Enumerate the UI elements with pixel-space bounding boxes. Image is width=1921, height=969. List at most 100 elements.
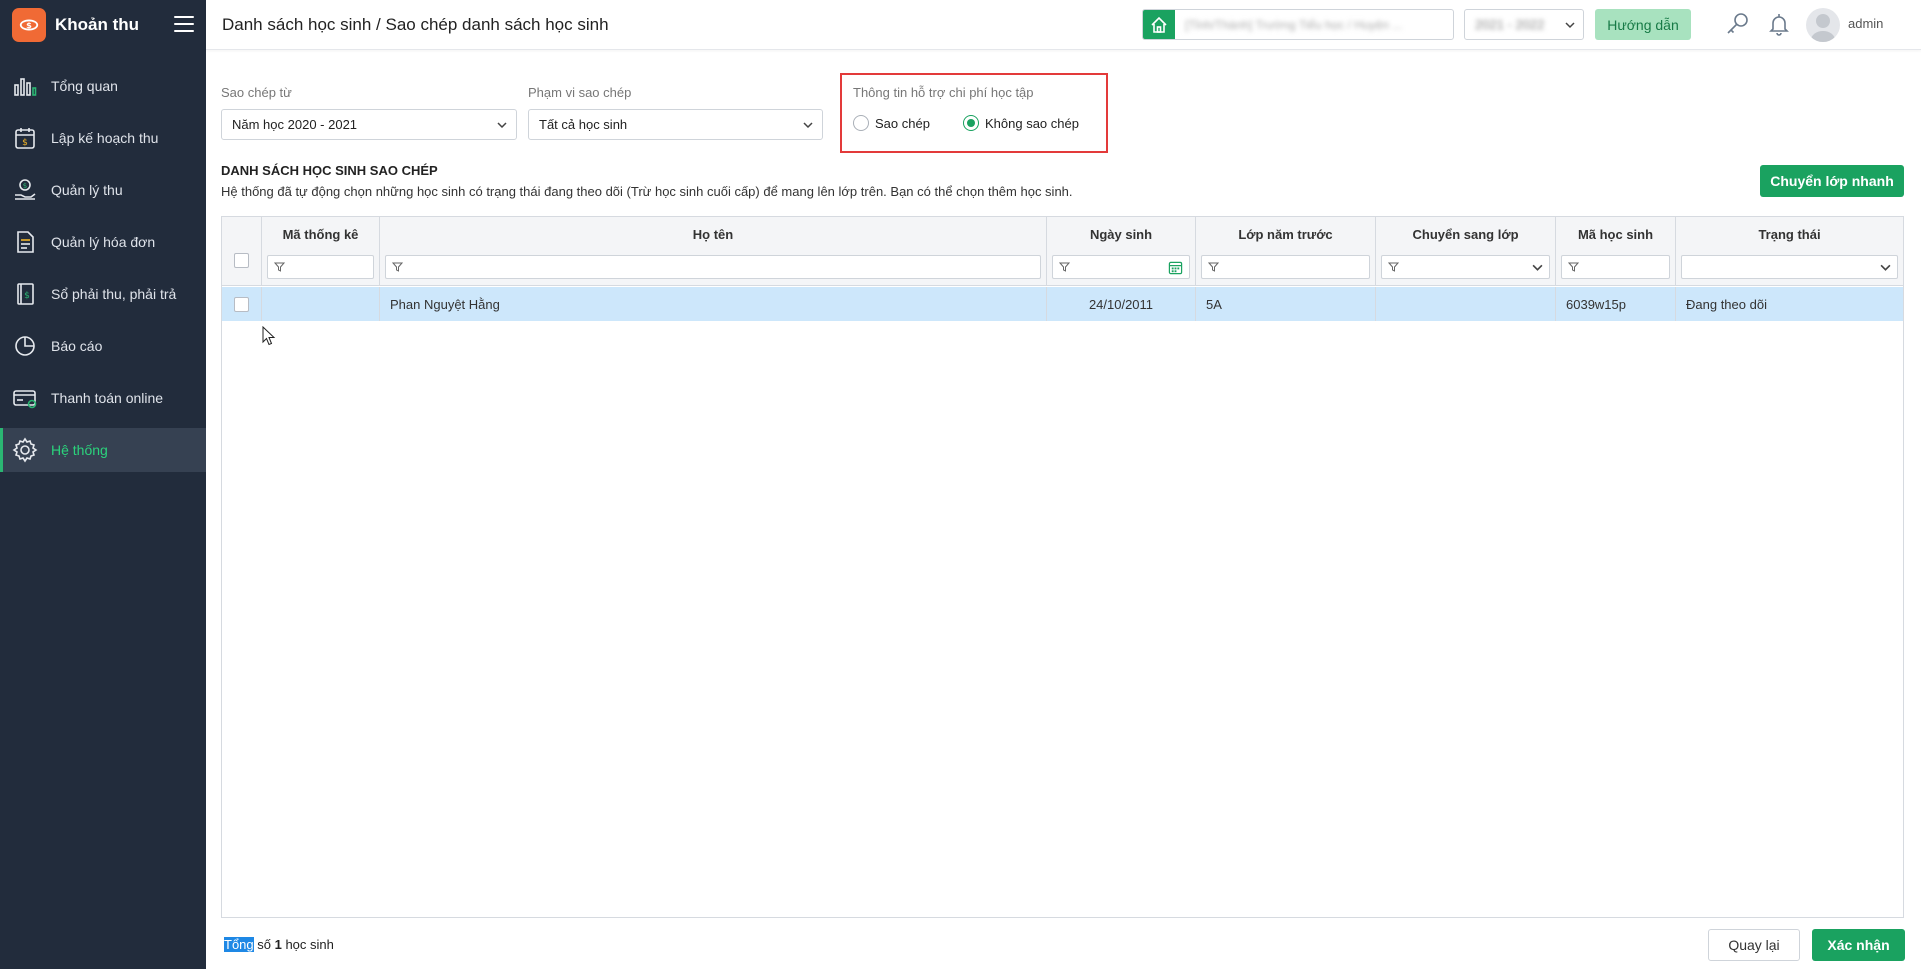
svg-text:$: $ xyxy=(23,182,27,190)
radio-circle-checked xyxy=(963,115,979,131)
help-button[interactable]: Hướng dẫn xyxy=(1595,9,1691,40)
cell-ma-thong-ke xyxy=(262,287,380,321)
chevron-down-icon xyxy=(497,121,507,128)
total-prefix-highlight: Tổng xyxy=(224,937,254,952)
section-title: DANH SÁCH HỌC SINH SAO CHÉP xyxy=(221,163,438,178)
column-trang-thai: Trạng thái xyxy=(1676,217,1903,285)
sidebar-item-bao-cao[interactable]: Báo cáo xyxy=(0,324,206,368)
date-filter-input[interactable] xyxy=(1052,255,1190,279)
total-suffix: học sinh xyxy=(281,937,334,952)
cell-trang-thai: Đang theo dõi xyxy=(1686,296,1767,312)
school-name: [Tỉnh/Thành] Trường Tiểu học / Huyện ... xyxy=(1185,17,1403,32)
sidebar-item-quan-ly-hoa-don[interactable]: Quản lý hóa đơn xyxy=(0,220,206,264)
user-name[interactable]: admin xyxy=(1848,16,1883,31)
filter-icon xyxy=(1059,262,1070,272)
top-header: Danh sách học sinh / Sao chép danh sách … xyxy=(206,0,1921,50)
filter-input[interactable] xyxy=(1201,255,1370,279)
column-title: Lớp năm trước xyxy=(1238,226,1333,242)
radio-no-copy-label: Không sao chép xyxy=(985,115,1079,131)
copy-from-select[interactable]: Năm học 2020 - 2021 xyxy=(221,109,517,140)
chevron-down-icon xyxy=(1880,264,1891,271)
column-title: Mã học sinh xyxy=(1577,226,1654,242)
year-value: 2021 - 2022 xyxy=(1475,17,1545,32)
cell-lop-nam-truoc: 5A xyxy=(1196,287,1376,321)
table-header: Mã thống kê Họ tên Ngày sinh Lớp năm trư… xyxy=(222,217,1903,286)
sidebar-item-he-thong[interactable]: Hệ thống xyxy=(0,428,206,472)
scope-value: Tất cả học sinh xyxy=(539,117,628,132)
cell-ma-hoc-sinh: 6039w15p xyxy=(1556,287,1676,321)
column-title: Mã thống kê xyxy=(282,226,359,242)
total-count: Tổng số 1 học sinh xyxy=(224,937,334,952)
sidebar-item-tong-quan[interactable]: Tổng quan xyxy=(0,64,206,108)
select-all-column xyxy=(222,217,262,285)
cell-ho-ten: Phan Nguyệt Hằng xyxy=(380,287,1047,321)
app-name: Khoản thu xyxy=(55,15,140,34)
sidebar-item-lap-ke-hoach-thu[interactable]: $ Lập kế hoạch thu xyxy=(0,116,206,160)
key-search-icon[interactable] xyxy=(1724,10,1752,38)
cell-ngay-sinh: 24/10/2011 xyxy=(1047,287,1196,321)
total-prefix-rest: số xyxy=(253,937,275,952)
money-hand-icon: $ xyxy=(12,177,38,203)
filter-input[interactable] xyxy=(385,255,1041,279)
avatar[interactable] xyxy=(1806,8,1840,42)
bar-chart-icon xyxy=(12,73,38,99)
sidebar-item-label: Quản lý thu xyxy=(51,182,123,198)
select-all-checkbox[interactable] xyxy=(234,253,249,268)
pie-chart-icon xyxy=(12,333,38,359)
sidebar-item-so-phai-thu[interactable]: $ Sổ phải thu, phải trả xyxy=(0,272,206,316)
filter-icon xyxy=(1388,262,1399,272)
student-table: Mã thống kê Họ tên Ngày sinh Lớp năm trư… xyxy=(221,216,1904,918)
radio-circle xyxy=(853,115,869,131)
filter-input[interactable] xyxy=(1561,255,1670,279)
invoice-icon xyxy=(12,229,38,255)
sidebar: $ Khoản thu Tổng quan $ Lập kế hoạch thu… xyxy=(0,0,206,969)
copy-from-label: Sao chép từ xyxy=(221,85,292,100)
school-selector[interactable]: [Tỉnh/Thành] Trường Tiểu học / Huyện ... xyxy=(1142,9,1454,40)
scope-label: Phạm vi sao chép xyxy=(528,85,632,100)
filter-icon xyxy=(392,262,403,272)
bell-icon[interactable] xyxy=(1765,10,1793,38)
main-content: Sao chép từ Năm học 2020 - 2021 Phạm vi … xyxy=(206,51,1921,969)
column-title: Trạng thái xyxy=(1758,226,1821,242)
sidebar-item-label: Lập kế hoạch thu xyxy=(51,130,159,146)
svg-text:$: $ xyxy=(22,138,28,148)
calendar-icon[interactable] xyxy=(1168,260,1183,275)
row-checkbox[interactable] xyxy=(234,296,249,312)
column-ma-thong-ke: Mã thống kê xyxy=(262,217,380,285)
chevron-down-icon xyxy=(1532,264,1543,271)
sidebar-item-label: Sổ phải thu, phải trả xyxy=(51,286,177,302)
filter-select[interactable] xyxy=(1381,255,1550,279)
menu-toggle-icon[interactable] xyxy=(174,14,194,34)
sidebar-item-label: Quản lý hóa đơn xyxy=(51,234,156,250)
scope-select[interactable]: Tất cả học sinh xyxy=(528,109,823,140)
radio-copy[interactable]: Sao chép xyxy=(853,115,930,131)
svg-text:$: $ xyxy=(24,291,30,301)
column-ngay-sinh: Ngày sinh xyxy=(1047,217,1196,285)
back-button[interactable]: Quay lại xyxy=(1708,929,1800,961)
column-title: Ngày sinh xyxy=(1089,226,1153,242)
sidebar-item-thanh-toan-online[interactable]: Thanh toán online xyxy=(0,376,206,420)
confirm-button[interactable]: Xác nhận xyxy=(1812,929,1905,961)
page-title: Danh sách học sinh / Sao chép danh sách … xyxy=(222,15,609,34)
copy-from-value: Năm học 2020 - 2021 xyxy=(232,117,358,132)
column-title: Họ tên xyxy=(692,226,734,242)
table-row[interactable]: Phan Nguyệt Hằng 24/10/2011 5A 6039w15p … xyxy=(222,287,1903,321)
column-title: Chuyển sang lớp xyxy=(1412,226,1519,242)
row-select-cell xyxy=(222,287,262,321)
radio-no-copy[interactable]: Không sao chép xyxy=(963,115,1079,131)
sidebar-item-label: Tổng quan xyxy=(51,78,118,94)
column-ma-hoc-sinh: Mã học sinh xyxy=(1556,217,1676,285)
home-icon xyxy=(1143,10,1175,39)
mouse-cursor-icon xyxy=(262,326,276,346)
sidebar-item-label: Thanh toán online xyxy=(51,390,164,406)
quick-move-class-button[interactable]: Chuyển lớp nhanh xyxy=(1760,165,1904,197)
status-filter-select[interactable] xyxy=(1681,255,1898,279)
column-chuyen-sang-lop: Chuyển sang lớp xyxy=(1376,217,1556,285)
year-select[interactable]: 2021 - 2022 xyxy=(1464,9,1584,40)
sidebar-item-quan-ly-thu[interactable]: $ Quản lý thu xyxy=(0,168,206,212)
filter-input[interactable] xyxy=(267,255,374,279)
filter-icon xyxy=(1208,262,1219,272)
svg-text:$: $ xyxy=(26,20,32,30)
cell-chuyen-sang-lop[interactable] xyxy=(1376,287,1556,321)
chevron-down-icon xyxy=(1565,21,1575,28)
